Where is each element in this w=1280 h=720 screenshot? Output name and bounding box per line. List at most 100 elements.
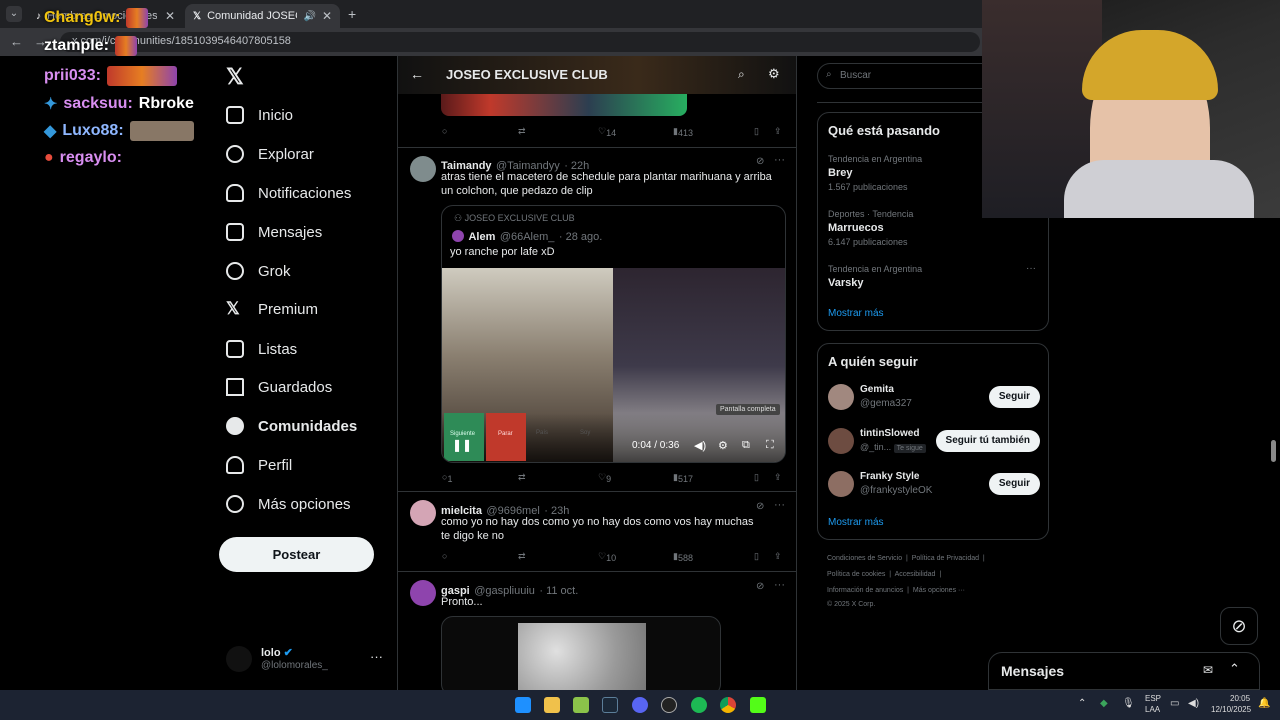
nav-explorar[interactable]: Explorar	[226, 139, 314, 169]
more-icon[interactable]: ···	[1026, 263, 1036, 274]
chevron-up-icon[interactable]: ⌃	[1078, 698, 1086, 709]
minecraft-icon[interactable]	[573, 697, 589, 713]
avatar[interactable]	[410, 500, 436, 526]
discord-icon[interactable]	[632, 697, 648, 713]
speaker-icon[interactable]: 🔊	[303, 11, 315, 22]
video-player[interactable]: Siguiente Parar País Soy Pantalla comple…	[442, 268, 785, 462]
trend-item[interactable]: Tendencia en Argentina Varsky	[828, 264, 922, 292]
network-icon[interactable]: ▭	[1170, 698, 1179, 709]
show-more-trends[interactable]: Mostrar más	[828, 308, 884, 319]
picture-in-picture-icon[interactable]: ⧉	[742, 439, 750, 452]
account-switcher[interactable]: lolo ✔ @lolomorales_ ···	[226, 644, 386, 674]
more-icon[interactable]: ···	[774, 579, 785, 591]
microphone-icon[interactable]: 🎙	[1122, 698, 1135, 709]
follow-suggestion[interactable]: Gemita @gema327 Seguir	[828, 384, 1040, 414]
tweet[interactable]: Taimandy @Taimandyy · 22h ⊘ ··· atras ti…	[398, 148, 796, 492]
windows-start-icon[interactable]	[515, 697, 531, 713]
obs-icon[interactable]	[661, 697, 677, 713]
tray-app-icon[interactable]: ◆	[1100, 698, 1108, 709]
views-button[interactable]: ▮ 517	[673, 472, 693, 484]
clock-time[interactable]: 20:05	[1230, 694, 1250, 703]
kick-icon[interactable]	[750, 697, 766, 713]
like-button[interactable]: ♡ 14	[598, 126, 616, 138]
follow-button[interactable]: Seguir	[988, 386, 1040, 408]
share-icon[interactable]: ⇪	[774, 126, 782, 137]
tweet[interactable]: mielcita @9696mel · 23h ⊘ ··· como yo no…	[398, 492, 796, 572]
footer-cookies[interactable]: Política de cookies	[827, 571, 885, 578]
gear-icon[interactable]: ⚙	[768, 66, 780, 82]
keyboard-layout[interactable]: LAA	[1145, 705, 1160, 714]
footer-terms[interactable]: Condiciones de Servicio	[827, 555, 902, 562]
clock-date[interactable]: 12/10/2025	[1211, 705, 1251, 714]
grok-icon[interactable]: ⊘	[756, 501, 764, 512]
footer-more[interactable]: Más opciones ···	[913, 587, 965, 594]
more-icon[interactable]: ···	[370, 649, 383, 664]
views-button[interactable]: ▮ 413	[673, 126, 693, 138]
bookmark-icon[interactable]: ▯	[754, 126, 759, 137]
reply-icon[interactable]: ○	[442, 551, 447, 561]
tab-comunidad[interactable]: 𝕏 Comunidad JOSEO EXCLUSIVE 🔊 ✕	[185, 4, 340, 28]
new-message-icon[interactable]: ✉	[1203, 663, 1213, 677]
bookmark-icon[interactable]: ▯	[754, 472, 759, 483]
nav-mensajes[interactable]: Mensajes	[226, 217, 322, 247]
follow-suggestion[interactable]: tintinSlowed @_tin... Te sigue Seguir tú…	[828, 428, 1040, 458]
volume-icon[interactable]: ◀)	[694, 439, 706, 452]
share-icon[interactable]: ⇪	[774, 551, 782, 562]
share-icon[interactable]: ⇪	[774, 472, 782, 483]
notification-icon[interactable]: 🔔	[1258, 698, 1270, 709]
nav-guardados[interactable]: Guardados	[226, 372, 332, 402]
more-icon[interactable]: ···	[774, 154, 785, 166]
like-button[interactable]: ♡ 9	[598, 472, 611, 484]
grok-icon[interactable]: ⊘	[1220, 607, 1258, 645]
reply-icon[interactable]: ○	[442, 126, 447, 136]
spotify-icon[interactable]	[691, 697, 707, 713]
grok-icon[interactable]: ⊘	[756, 156, 764, 167]
media-image[interactable]	[441, 616, 721, 690]
nav-perfil[interactable]: Perfil	[226, 450, 292, 480]
bookmark-icon[interactable]: ▯	[754, 551, 759, 562]
nav-listas[interactable]: Listas	[226, 334, 297, 364]
nav-mas-opciones[interactable]: Más opciones	[226, 489, 351, 519]
volume-icon[interactable]: ◀)	[1188, 698, 1199, 709]
avatar[interactable]	[410, 156, 436, 182]
close-tab-icon[interactable]: ✕	[322, 9, 332, 23]
page-scrollbar[interactable]	[1271, 440, 1276, 462]
pause-icon[interactable]: ❚❚	[452, 438, 472, 452]
show-more-follow[interactable]: Mostrar más	[828, 517, 884, 528]
media-thumbnail[interactable]	[441, 94, 687, 116]
nav-inicio[interactable]: Inicio	[226, 100, 293, 130]
footer-accessibility[interactable]: Accesibilidad	[895, 571, 936, 578]
nav-comunidades[interactable]: Comunidades	[226, 411, 357, 441]
follow-button[interactable]: Seguir	[988, 473, 1040, 495]
quoted-tweet[interactable]: ⚇ JOSEO EXCLUSIVE CLUB Alem @66Alem_ · 2…	[441, 205, 786, 463]
nav-notificaciones[interactable]: Notificaciones	[226, 178, 351, 208]
reply-button[interactable]: ○ 1	[442, 472, 452, 484]
fullscreen-icon[interactable]: ⛶	[766, 439, 774, 452]
more-icon[interactable]: ···	[774, 499, 785, 511]
trend-item[interactable]: Tendencia en Argentina Brey 1.567 publicac…	[828, 154, 922, 192]
grok-icon[interactable]: ⊘	[756, 581, 764, 592]
back-arrow-icon[interactable]: ←	[10, 34, 23, 49]
footer-privacy[interactable]: Política de Privacidad	[912, 555, 979, 562]
nav-premium[interactable]: 𝕏 Premium	[226, 294, 318, 324]
file-explorer-icon[interactable]	[544, 697, 560, 713]
settings-icon[interactable]: ⚙	[718, 439, 728, 452]
tab-list-button[interactable]: ⌄	[6, 6, 22, 22]
footer-ads-info[interactable]: Información de anuncios	[827, 587, 903, 594]
retweet-icon[interactable]: ⇄	[518, 472, 526, 483]
retweet-icon[interactable]: ⇄	[518, 126, 526, 137]
post-button[interactable]: Postear	[219, 537, 374, 572]
expand-icon[interactable]: ⌃	[1229, 661, 1240, 677]
avatar[interactable]	[410, 580, 436, 606]
author-handle[interactable]: @gaspliuuiu	[474, 585, 535, 597]
follow-back-button[interactable]: Seguir tú también	[935, 430, 1040, 452]
nav-grok[interactable]: Grok	[226, 256, 291, 286]
tweet[interactable]: gaspi @gaspliuuiu · 11 oct. ⊘ ··· Pronto…	[398, 572, 796, 690]
views-button[interactable]: ▮ 588	[673, 551, 693, 563]
chrome-icon[interactable]	[720, 697, 736, 713]
url-field[interactable]: x.com/i/communities/1851039546407805158	[60, 32, 980, 52]
messages-drawer[interactable]: Mensajes ✉ ⌃	[988, 652, 1260, 690]
retweet-icon[interactable]: ⇄	[518, 551, 526, 562]
x-logo-icon[interactable]: 𝕏	[226, 64, 244, 90]
follow-suggestion[interactable]: Franky Style @frankystyleOK Seguir	[828, 471, 1040, 501]
